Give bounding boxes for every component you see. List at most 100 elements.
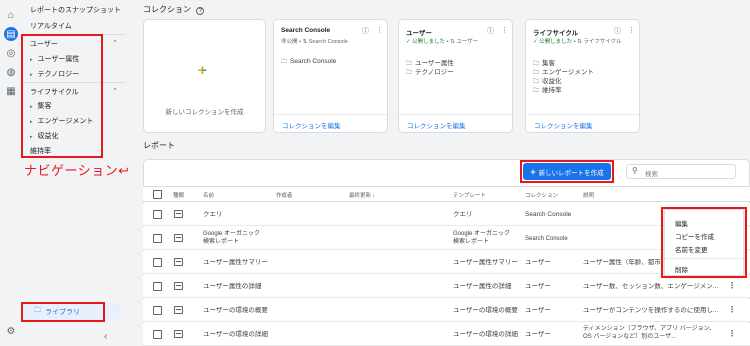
- column-header[interactable]: テンプレート: [453, 191, 486, 199]
- report-template: クエリ: [453, 211, 473, 218]
- annotation-box-navigation: [21, 34, 103, 158]
- explore-icon[interactable]: ◎: [4, 46, 18, 60]
- reports-icon[interactable]: ▤: [4, 27, 18, 41]
- report-template: ユーザーの環境の詳細: [453, 331, 518, 338]
- column-header[interactable]: コレクション: [525, 191, 558, 199]
- table-row[interactable]: ユーザー属性サマリー ユーザー属性サマリー ユーザー ユーザー属性（年齢、都市、…: [143, 251, 750, 274]
- report-name[interactable]: Google オーガニック検索レポート: [203, 230, 265, 246]
- report-name[interactable]: ユーザーの環境の詳細: [203, 331, 268, 339]
- more-vert-icon[interactable]: ⋮: [376, 26, 383, 34]
- card-meta: ✓ 公開しました • ⇅ ユーザー: [406, 39, 479, 45]
- report-template: ユーザー属性の詳細: [453, 283, 512, 290]
- chevron-up-icon[interactable]: ⌃: [112, 39, 118, 47]
- report-collection: ユーザー: [525, 331, 551, 338]
- collapse-icon[interactable]: ‹: [104, 331, 107, 342]
- row-checkbox[interactable]: [153, 282, 162, 291]
- info-icon[interactable]: ⓘ: [362, 26, 369, 36]
- collection-card-search-console[interactable]: Search Console ⓘ ⋮ 非公開 • ⇅ Search Consol…: [273, 19, 388, 133]
- info-icon[interactable]: ⓘ: [614, 26, 621, 36]
- search-placeholder: 検索: [645, 171, 658, 178]
- row-checkbox[interactable]: [153, 258, 162, 267]
- table-row[interactable]: ユーザーの環境の詳細 ユーザーの環境の詳細 ユーザー ディメンション（ブラウザ、…: [143, 323, 750, 346]
- column-header[interactable]: 作成者: [276, 191, 293, 199]
- row-checkbox[interactable]: [153, 330, 162, 339]
- report-collection: Search Console: [525, 236, 568, 242]
- info-icon[interactable]: ⓘ: [487, 26, 494, 36]
- library-main: コレクション ? + 新しいコレクションを作成 Search Console ⓘ…: [128, 0, 750, 346]
- report-type-icon: [174, 234, 183, 242]
- annotation-box-new-report: [520, 160, 614, 183]
- card-meta: ✓ 公開しました • ⇅ ライフサイクル: [533, 39, 622, 45]
- report-collection: ユーザー: [525, 259, 551, 266]
- search-icon: ⚲: [632, 166, 638, 175]
- report-template: Google オーガニック検索レポート: [453, 231, 511, 245]
- card-title: ライフサイクル: [533, 30, 579, 37]
- more-vert-icon[interactable]: ⋮: [501, 26, 508, 34]
- table-row[interactable]: クエリ クエリ Search Console: [143, 203, 750, 226]
- report-collection: ユーザー: [525, 307, 551, 314]
- card-title: ユーザー: [406, 30, 432, 37]
- annotation-label-navigation: ナビゲーション↩: [24, 163, 130, 178]
- report-type-icon: [174, 330, 183, 338]
- more-vert-icon[interactable]: ⋮: [728, 329, 736, 338]
- settings-icon[interactable]: ⚙: [4, 324, 18, 338]
- table-row[interactable]: ユーザーの環境の概要 ユーザーの環境の概要 ユーザー ユーザーがコンテンツを操作…: [143, 299, 750, 322]
- table-row[interactable]: Google オーガニック検索レポート Google オーガニック検索レポート …: [143, 227, 750, 250]
- column-header: 種類: [173, 193, 185, 199]
- report-type-icon: [174, 282, 183, 290]
- edit-collection-link[interactable]: コレクションを編集: [274, 114, 387, 132]
- report-template: ユーザーの環境の概要: [453, 307, 518, 314]
- new-collection-card[interactable]: + 新しいコレクションを作成: [143, 19, 266, 133]
- report-type-icon: [174, 306, 183, 314]
- icon-rail: ⌂ ▤ ◎ ◍ ▦ ⚙: [0, 0, 22, 346]
- help-icon[interactable]: ?: [196, 7, 205, 15]
- edit-collection-link[interactable]: コレクションを編集: [399, 114, 512, 132]
- report-type-icon: [174, 258, 183, 266]
- report-description: ユーザーがコンテンツを操作するのに使用し...: [583, 307, 719, 314]
- report-description: ディメンション（ブラウザ、アプリ バージョン、OS バージョンなど）別のユーザ.…: [583, 326, 716, 340]
- collection-card-user[interactable]: ユーザー ⓘ ⋮ ✓ 公開しました • ⇅ ユーザー ユーザー属性 テクノロジー…: [398, 19, 513, 133]
- card-meta: 非公開 • ⇅ Search Console: [281, 39, 348, 45]
- more-vert-icon[interactable]: ⋮: [728, 305, 736, 314]
- report-name[interactable]: ユーザー属性の詳細: [203, 283, 261, 291]
- select-all-checkbox[interactable]: [153, 190, 162, 199]
- card-item: テクノロジー: [406, 66, 454, 78]
- home-icon[interactable]: ⌂: [4, 8, 18, 22]
- report-description: ユーザー数、セッション数、エンゲージメン...: [583, 283, 719, 290]
- search-input[interactable]: ⚲ 検索: [626, 164, 736, 179]
- annotation-box-context-menu: [661, 207, 747, 278]
- report-collection: ユーザー: [525, 283, 551, 290]
- card-item: Search Console: [281, 57, 336, 67]
- chevron-up-icon[interactable]: ⌃: [112, 87, 118, 95]
- plus-icon: +: [198, 62, 207, 79]
- column-header[interactable]: 最終更新 ↓: [349, 191, 375, 199]
- report-collection: Search Console: [525, 211, 572, 218]
- advertising-icon[interactable]: ◍: [4, 65, 18, 79]
- collection-card-lifecycle[interactable]: ライフサイクル ⓘ ⋮ ✓ 公開しました • ⇅ ライフサイクル 集客 エンゲー…: [525, 19, 640, 133]
- row-checkbox[interactable]: [153, 306, 162, 315]
- nav-snapshot[interactable]: レポートのスナップショット: [30, 5, 121, 15]
- card-item: 維持率: [533, 84, 562, 96]
- report-name[interactable]: クエリ: [203, 211, 223, 219]
- table-row[interactable]: ユーザー属性の詳細 ユーザー属性の詳細 ユーザー ユーザー数、セッション数、エン…: [143, 275, 750, 298]
- table-header: 種類 名前 作成者 最終更新 ↓ テンプレート コレクション 説明: [143, 186, 750, 202]
- column-header: 説明: [583, 193, 595, 199]
- reports-title: レポート: [143, 141, 175, 150]
- column-header[interactable]: 名前: [203, 191, 214, 199]
- configure-icon[interactable]: ▦: [4, 84, 18, 98]
- report-name[interactable]: ユーザーの環境の概要: [203, 307, 268, 315]
- report-template: ユーザー属性サマリー: [453, 259, 518, 266]
- more-vert-icon[interactable]: ⋮: [728, 281, 736, 290]
- collections-title: コレクション ?: [143, 4, 205, 15]
- report-type-icon: [174, 210, 183, 218]
- report-description: ユーザー属性（年齢、都市、国...: [583, 259, 663, 266]
- annotation-box-library: [21, 302, 105, 322]
- row-checkbox[interactable]: [153, 234, 162, 243]
- more-vert-icon[interactable]: ⋮: [628, 26, 635, 34]
- edit-collection-link[interactable]: コレクションを編集: [526, 114, 639, 132]
- row-checkbox[interactable]: [153, 210, 162, 219]
- nav-realtime[interactable]: リアルタイム: [30, 21, 72, 31]
- report-name[interactable]: ユーザー属性サマリー: [203, 259, 268, 267]
- new-collection-label: 新しいコレクションを作成: [165, 109, 244, 116]
- card-title: Search Console: [281, 27, 331, 34]
